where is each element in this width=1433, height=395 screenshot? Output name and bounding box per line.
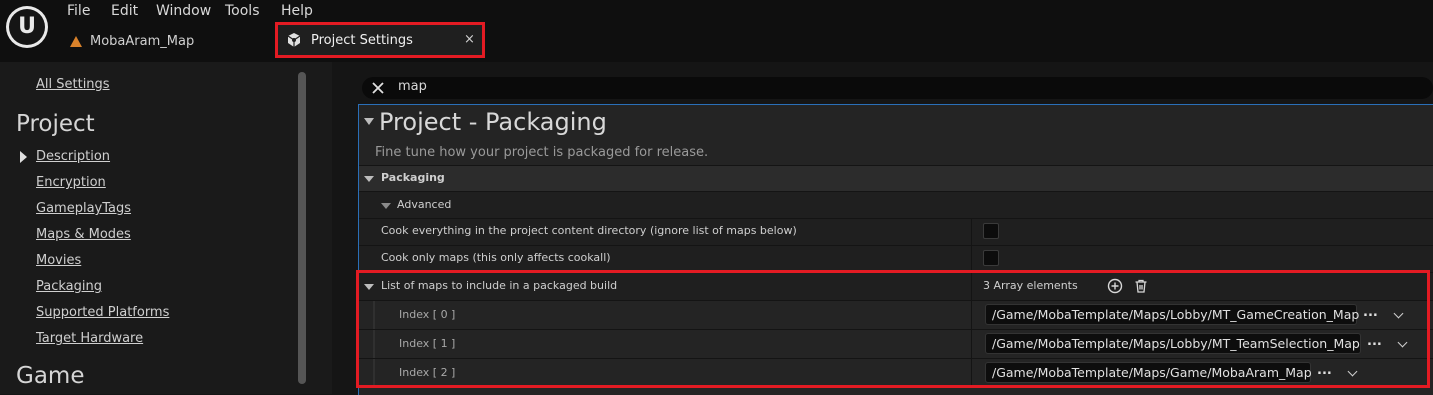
tab-map-label: MobaAram_Map [90, 33, 195, 49]
map-path-field[interactable]: /Game/MobaTemplate/Maps/Lobby/MT_TeamSel… [985, 333, 1361, 354]
array-element-row: Index [ 0 ] /Game/MobaTemplate/Maps/Lobb… [359, 300, 1433, 329]
sidebar-item-packaging[interactable]: Packaging [36, 279, 102, 294]
sidebar-item-gameplaytags[interactable]: GameplayTags [36, 201, 131, 216]
property-row: Cook only maps (this only affects cookal… [359, 245, 1433, 272]
search-input[interactable]: map [398, 79, 427, 94]
map-path-field[interactable]: /Game/MobaTemplate/Maps/Game/MobaAram_Ma… [985, 362, 1312, 383]
sidebar-item-target-hardware[interactable]: Target Hardware [36, 331, 143, 346]
more-options-icon[interactable]: ... [1317, 363, 1332, 378]
cook-only-maps-label: Cook only maps (this only affects cookal… [381, 251, 611, 264]
chevron-down-icon[interactable] [1347, 366, 1358, 377]
collapse-advanced-icon[interactable] [381, 203, 391, 209]
more-options-icon[interactable]: ... [1363, 305, 1378, 320]
category-packaging-label: Packaging [381, 171, 445, 184]
close-tab-icon[interactable]: × [464, 32, 475, 47]
sidebar-item-description[interactable]: Description [36, 149, 110, 164]
cook-everything-label: Cook everything in the project content d… [381, 224, 797, 237]
menu-tools[interactable]: Tools [225, 3, 260, 19]
sidebar-category-project: Project [16, 111, 95, 137]
array-element-row: Index [ 1 ] /Game/MobaTemplate/Maps/Lobb… [359, 329, 1433, 358]
menu-window[interactable]: Window [156, 3, 211, 19]
sidebar-item-maps-modes[interactable]: Maps & Modes [36, 227, 131, 242]
cook-only-maps-checkbox[interactable] [983, 250, 999, 266]
value-divider [971, 301, 972, 329]
value-divider [971, 273, 972, 300]
menu-help[interactable]: Help [281, 3, 313, 19]
array-element-row: Index [ 2 ] /Game/MobaTemplate/Maps/Game… [359, 358, 1433, 387]
sidebar-scrollbar[interactable] [298, 72, 306, 384]
value-divider [971, 219, 972, 245]
tab-project-settings-label: Project Settings [311, 33, 413, 48]
property-row: Cook everything in the project content d… [359, 218, 1433, 245]
section-description: Fine tune how your project is packaged f… [375, 145, 709, 160]
section-title: Project - Packaging [379, 108, 607, 136]
indent-guide [373, 301, 375, 329]
indent-guide [373, 359, 375, 387]
sidebar-item-encryption[interactable]: Encryption [36, 175, 106, 190]
value-divider [971, 246, 972, 272]
menu-edit[interactable]: Edit [111, 3, 138, 19]
more-options-icon[interactable]: ... [1367, 334, 1382, 349]
sidebar-item-supported-platforms[interactable]: Supported Platforms [36, 305, 169, 320]
array-count: 3 Array elements [983, 279, 1078, 292]
menu-file[interactable]: File [67, 3, 90, 19]
maps-list-label: List of maps to include in a packaged bu… [381, 279, 618, 292]
delete-all-icon[interactable] [1133, 278, 1149, 294]
group-advanced-label: Advanced [397, 198, 452, 211]
value-divider [971, 330, 972, 358]
value-divider [971, 359, 972, 387]
collapse-array-icon[interactable] [364, 284, 374, 290]
sidebar-item-movies[interactable]: Movies [36, 253, 81, 268]
tab-project-settings[interactable]: Project Settings × [275, 22, 485, 58]
array-index-label: Index [ 1 ] [399, 337, 456, 350]
collapse-section-icon[interactable] [364, 118, 374, 125]
sidebar-all-settings[interactable]: All Settings [36, 77, 110, 92]
clear-search-icon[interactable] [370, 80, 386, 96]
category-packaging[interactable]: Packaging [359, 165, 1433, 191]
chevron-down-icon[interactable] [1397, 337, 1408, 348]
array-index-label: Index [ 2 ] [399, 366, 456, 379]
unreal-logo-icon[interactable]: U [6, 6, 48, 48]
array-index-label: Index [ 0 ] [399, 308, 456, 321]
add-element-icon[interactable] [1107, 278, 1123, 294]
maps-list-row[interactable]: List of maps to include in a packaged bu… [359, 272, 1433, 300]
cook-everything-checkbox[interactable] [983, 223, 999, 239]
settings-cube-icon [287, 33, 301, 47]
search-bar[interactable] [362, 77, 1433, 99]
group-advanced[interactable]: Advanced [359, 191, 1433, 218]
map-path-field[interactable]: /Game/MobaTemplate/Maps/Lobby/MT_GameCre… [985, 304, 1359, 325]
title-bar [0, 0, 1433, 62]
indent-guide [373, 330, 375, 358]
collapse-category-icon[interactable] [364, 176, 374, 182]
sidebar-category-game: Game [16, 363, 85, 389]
tab-map[interactable]: MobaAram_Map [70, 30, 194, 52]
expand-arrow-icon[interactable] [20, 151, 27, 163]
level-map-icon [70, 35, 82, 47]
chevron-down-icon[interactable] [1393, 308, 1404, 319]
